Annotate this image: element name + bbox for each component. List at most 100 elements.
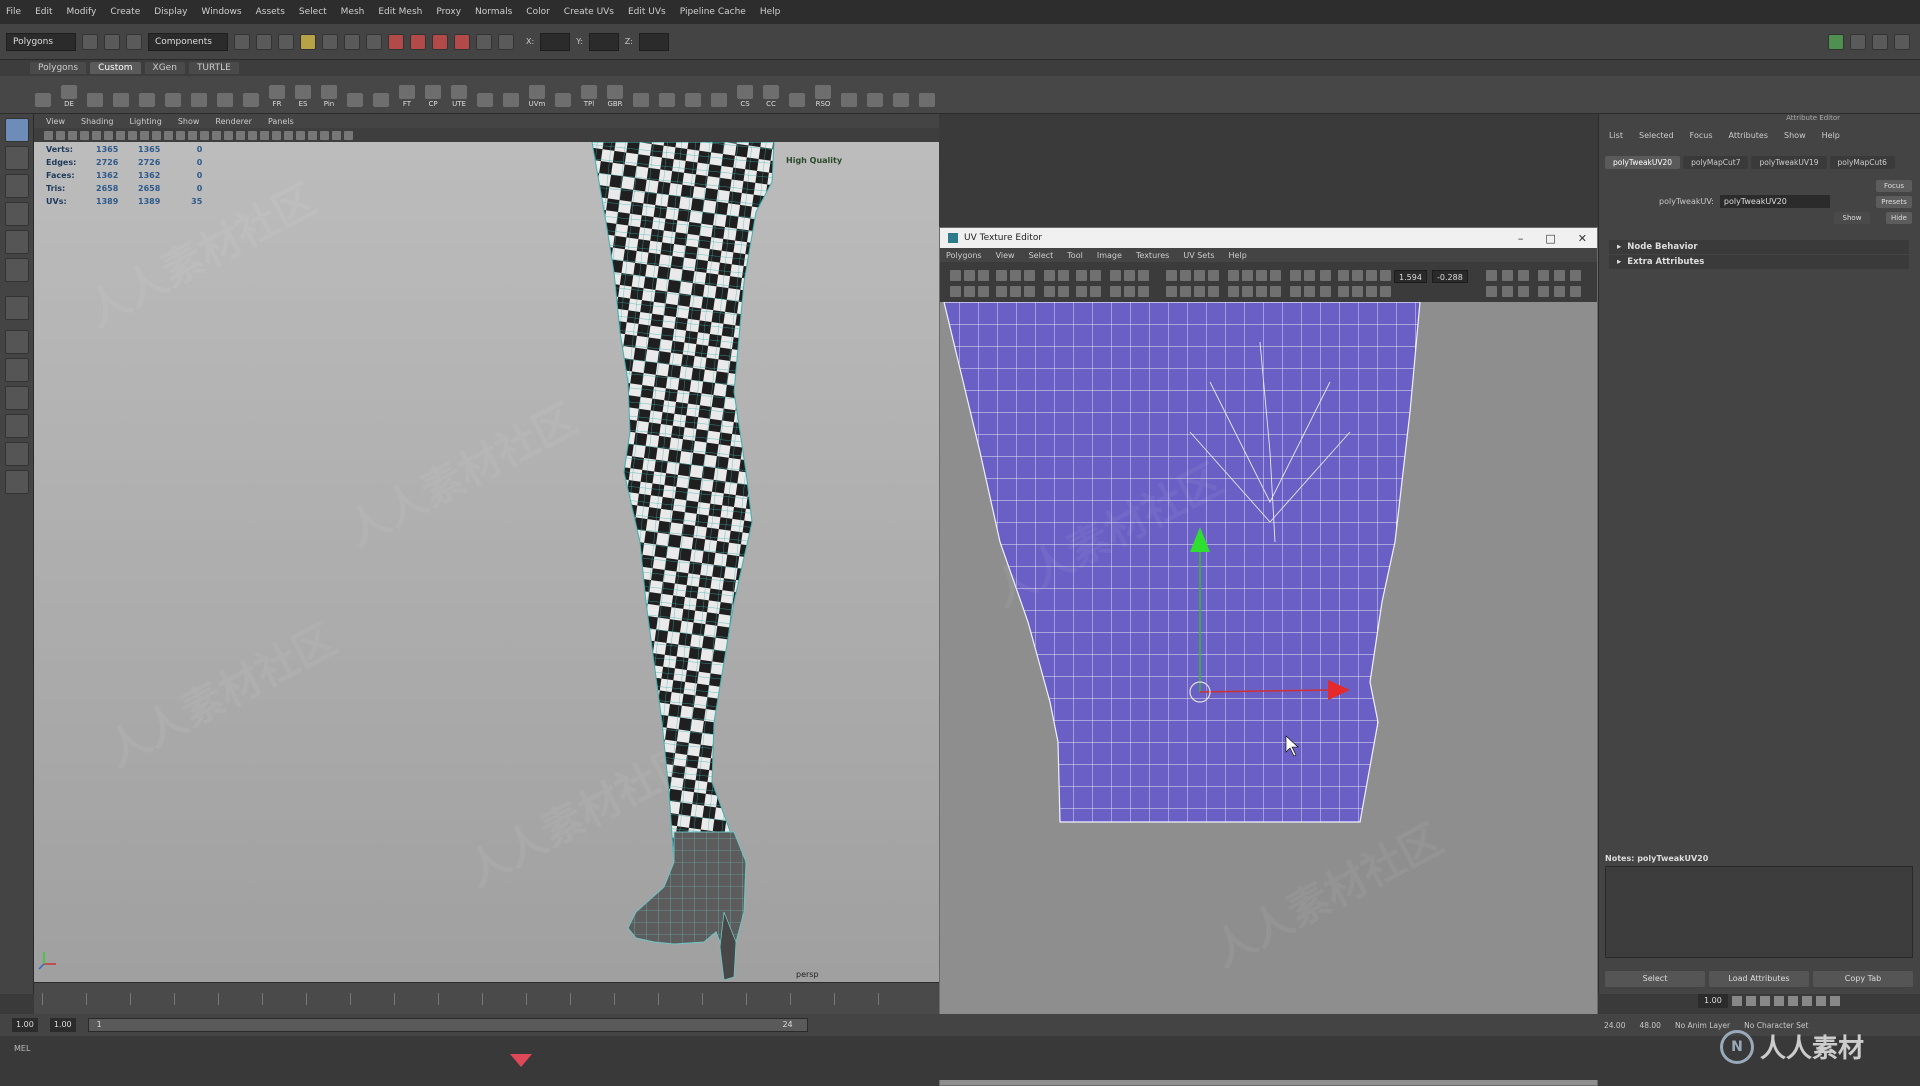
shelf-tab-turtle[interactable]: TURTLE	[188, 62, 239, 74]
ae-menu-focus[interactable]: Focus	[1690, 131, 1713, 140]
shelf-button-32[interactable]	[864, 82, 886, 108]
copy-tab-button[interactable]: Copy Tab	[1813, 971, 1913, 987]
uv-tool-icon[interactable]	[978, 270, 989, 281]
menu-edit[interactable]: Edit	[35, 7, 52, 17]
shadows-icon[interactable]	[248, 130, 257, 140]
textured-icon[interactable]	[224, 130, 233, 140]
uv-tool-icon[interactable]	[1304, 270, 1315, 281]
wireframe-on-shaded-icon[interactable]	[212, 130, 221, 140]
hide-button[interactable]: Hide	[1886, 212, 1912, 224]
uv-tool-icon[interactable]	[1058, 270, 1069, 281]
range-slider[interactable]: 1 24	[87, 1018, 808, 1032]
shelf-button-26[interactable]	[708, 82, 730, 108]
uv-editor-titlebar[interactable]: UV Texture Editor – □ ✕	[940, 228, 1597, 248]
shelf-button-10[interactable]: ES	[292, 82, 314, 108]
uv-menu-polygons[interactable]: Polygons	[946, 251, 982, 260]
uv-tool-icon[interactable]	[1554, 270, 1565, 281]
anti-alias-icon[interactable]	[284, 130, 293, 140]
uv-tool-icon[interactable]	[1290, 270, 1301, 281]
uv-menu-textures[interactable]: Textures	[1136, 251, 1169, 260]
menu-modify[interactable]: Modify	[67, 7, 97, 17]
shelf-button-25[interactable]	[682, 82, 704, 108]
snap-surface-icon[interactable]	[366, 33, 382, 50]
bookmark-icon[interactable]	[68, 130, 77, 140]
minimize-icon[interactable]: –	[1518, 232, 1524, 245]
load-attributes-button[interactable]: Load Attributes	[1709, 971, 1809, 987]
resolution-gate-icon[interactable]	[116, 130, 125, 140]
menu-proxy[interactable]: Proxy	[436, 7, 461, 17]
ae-menu-show[interactable]: Show	[1784, 131, 1806, 140]
xray-icon[interactable]	[320, 130, 329, 140]
uv-tool-icon[interactable]	[1380, 286, 1391, 297]
shelf-button-12[interactable]	[344, 82, 366, 108]
field-chart-icon[interactable]	[140, 130, 149, 140]
go-to-end-icon[interactable]	[1829, 996, 1840, 1006]
menu-normals[interactable]: Normals	[475, 7, 512, 17]
viewport-menu-lighting[interactable]: Lighting	[129, 117, 161, 126]
uv-tool-icon[interactable]	[1058, 286, 1069, 297]
open-scene-icon[interactable]	[104, 33, 120, 50]
viewport-menu-panels[interactable]: Panels	[268, 117, 294, 126]
camera-attr-icon[interactable]	[56, 130, 65, 140]
shelf-button-24[interactable]	[656, 82, 678, 108]
play-back-icon[interactable]	[1773, 996, 1784, 1006]
ae-tab-polymapcut7[interactable]: polyMapCut7	[1683, 155, 1749, 169]
scale-tool-icon[interactable]	[5, 258, 29, 282]
uv-tool-icon[interactable]	[996, 270, 1007, 281]
menu-create[interactable]: Create	[110, 7, 140, 17]
menu-create-uvs[interactable]: Create UVs	[564, 7, 614, 17]
uv-tool-icon[interactable]	[1044, 270, 1055, 281]
uv-menu-tool[interactable]: Tool	[1067, 251, 1083, 260]
menu-set-dropdown[interactable]: Polygons	[6, 32, 76, 51]
uv-tool-icon[interactable]	[1518, 270, 1529, 281]
shelf-button-30[interactable]: RSO	[812, 82, 834, 108]
select-tool-icon[interactable]	[5, 118, 29, 142]
uv-tool-icon[interactable]	[978, 286, 989, 297]
focus-button[interactable]: Focus	[1876, 180, 1912, 192]
layout-four-icon[interactable]	[5, 358, 29, 382]
uv-tool-icon[interactable]	[1010, 270, 1021, 281]
ipr-render-icon[interactable]	[410, 33, 426, 50]
ae-menu-selected[interactable]: Selected	[1639, 131, 1674, 140]
channel-box-toggle-icon[interactable]	[1894, 33, 1910, 50]
uv-tool-icon[interactable]	[1090, 286, 1101, 297]
ae-menu-list[interactable]: List	[1609, 131, 1623, 140]
uv-tool-icon[interactable]	[1138, 286, 1149, 297]
perspective-viewport[interactable]: Verts: 1365 1365 0 Edges: 2726 2726 0 Faces: 1362…	[34, 142, 939, 982]
menu-windows[interactable]: Windows	[201, 7, 241, 17]
rotate-tool-icon[interactable]	[5, 230, 29, 254]
section-extra-attributes[interactable]: ▸ Extra Attributes	[1609, 255, 1909, 269]
uv-tool-icon[interactable]	[1338, 286, 1349, 297]
uv-tool-icon[interactable]	[1366, 270, 1377, 281]
uv-tool-icon[interactable]	[1208, 270, 1219, 281]
shelf-tab-custom[interactable]: Custom	[90, 62, 141, 74]
ae-menu-help[interactable]: Help	[1822, 131, 1840, 140]
uv-editor-viewport[interactable]: 人人素材社区 人人素材社区	[940, 302, 1597, 1085]
safe-title-icon[interactable]	[164, 130, 173, 140]
start-time-field[interactable]: 1.00	[12, 1018, 38, 1032]
section-node-behavior[interactable]: ▸ Node Behavior	[1609, 240, 1909, 254]
uv-tool-icon[interactable]	[1180, 270, 1191, 281]
uv-tool-icon[interactable]	[950, 270, 961, 281]
uv-tool-icon[interactable]	[1180, 286, 1191, 297]
ambient-occlusion-icon[interactable]	[260, 130, 269, 140]
snap-point-icon[interactable]	[344, 33, 360, 50]
uv-tool-icon[interactable]	[1242, 270, 1253, 281]
go-to-start-icon[interactable]	[1731, 996, 1742, 1006]
viewport-menu-view[interactable]: View	[46, 117, 65, 126]
shelf-button-0[interactable]	[32, 82, 54, 108]
menu-file[interactable]: File	[6, 7, 21, 17]
step-back-frame-icon[interactable]	[1759, 996, 1770, 1006]
uv-tool-icon[interactable]	[1554, 286, 1565, 297]
lasso-tool-icon[interactable]	[5, 146, 29, 170]
shelf-button-28[interactable]: CC	[760, 82, 782, 108]
attribute-editor-toggle-icon[interactable]	[1850, 33, 1866, 50]
uv-tool-icon[interactable]	[1024, 270, 1035, 281]
uv-tool-icon[interactable]	[1228, 286, 1239, 297]
wireframe-icon[interactable]	[176, 130, 185, 140]
uv-tool-icon[interactable]	[1090, 270, 1101, 281]
command-language-label[interactable]: MEL	[14, 1044, 30, 1053]
shelf-button-4[interactable]	[136, 82, 158, 108]
menu-display[interactable]: Display	[154, 7, 187, 17]
play-forward-icon[interactable]	[1787, 996, 1798, 1006]
